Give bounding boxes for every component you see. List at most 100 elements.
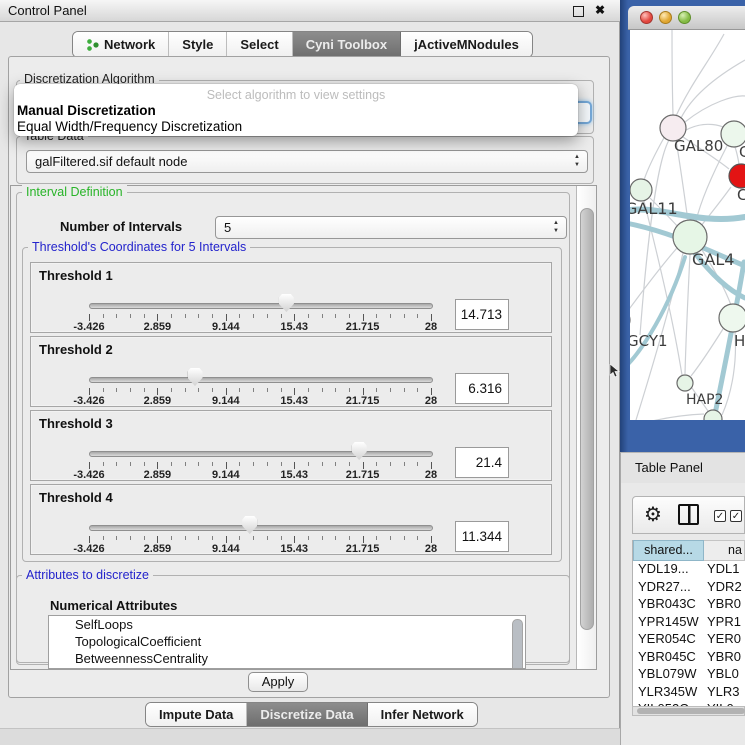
table-row[interactable]: YBR045CYBR0 xyxy=(633,649,745,667)
attribute-items: SelfLoopsTopologicalCoefficientBetweenne… xyxy=(49,616,525,667)
number-of-intervals-label: Number of Intervals xyxy=(60,219,182,234)
zoom-traffic-light[interactable] xyxy=(678,11,691,24)
slider-thumb[interactable] xyxy=(279,294,294,312)
column-header-shared-name[interactable]: shared... xyxy=(633,540,704,561)
table-row[interactable]: YDR27...YDR2 xyxy=(633,579,745,597)
table-row[interactable]: YBL079WYBL0 xyxy=(633,666,745,684)
algorithm-option[interactable]: Manual Discretization xyxy=(14,103,578,119)
table-row[interactable]: YBR043CYBR0 xyxy=(633,596,745,614)
tick-mark xyxy=(116,314,117,318)
table-hscroll-thumb[interactable] xyxy=(637,708,745,714)
scale-value: 9.144 xyxy=(212,321,240,333)
algorithm-option[interactable]: Equal Width/Frequency Discretization xyxy=(14,119,578,135)
tab-cyni-toolbox[interactable]: Cyni Toolbox xyxy=(293,32,401,57)
table-row[interactable]: YPR145WYPR1 xyxy=(633,614,745,632)
tick-mark xyxy=(226,462,227,469)
checkbox-icon[interactable]: ✓ xyxy=(730,510,742,522)
threshold-value-box[interactable]: 6.316 xyxy=(455,373,509,404)
scale-value: 2.859 xyxy=(144,321,172,333)
numerical-attributes-list[interactable]: SelfLoopsTopologicalCoefficientBetweenne… xyxy=(48,615,526,669)
threshold-label: Threshold 2 xyxy=(39,342,113,357)
tick-mark xyxy=(253,388,254,392)
column-header-name[interactable]: na xyxy=(704,540,745,561)
tab-impute-data[interactable]: Impute Data xyxy=(146,703,247,726)
minimize-traffic-light[interactable] xyxy=(659,11,672,24)
threshold-value-box[interactable]: 11.344 xyxy=(455,521,509,552)
top-tab-bar: Network Style Select Cyni ToolboxjActiveMNo… xyxy=(72,31,533,58)
threshold-value-box[interactable]: 14.713 xyxy=(455,299,509,330)
table-row[interactable]: YDL19...YDL1 xyxy=(633,561,745,579)
tab-label: Style xyxy=(182,37,213,52)
tick-mark xyxy=(253,314,254,318)
threshold-value-box[interactable]: 21.4 xyxy=(455,447,509,478)
slider-track[interactable] xyxy=(89,451,433,457)
threshold-label: Threshold 1 xyxy=(39,268,113,283)
node-bottom-partial[interactable] xyxy=(704,410,722,420)
tick-mark xyxy=(144,314,145,318)
scale-value: -3.426 xyxy=(73,543,104,555)
tick-mark xyxy=(198,314,199,318)
tick-mark xyxy=(390,462,391,466)
tab-discretize-data[interactable]: Discretize Data xyxy=(247,703,367,726)
attribute-item[interactable]: SelfLoops xyxy=(49,616,525,633)
apply-button[interactable]: Apply xyxy=(248,672,308,692)
tab-label: Select xyxy=(240,37,278,52)
tick-mark xyxy=(431,314,432,321)
tick-mark xyxy=(322,536,323,540)
close-icon[interactable]: ✖ xyxy=(595,3,605,17)
tick-mark xyxy=(335,314,336,318)
tick-mark xyxy=(294,388,295,395)
slider-thumb[interactable] xyxy=(242,516,257,534)
tick-mark xyxy=(130,314,131,318)
tab-select[interactable]: Select xyxy=(227,32,292,57)
close-traffic-light[interactable] xyxy=(640,11,653,24)
cell-name: YBR0 xyxy=(704,596,745,614)
table-row[interactable]: YER054CYER0 xyxy=(633,631,745,649)
tab-style[interactable]: Style xyxy=(169,32,227,57)
slider-track[interactable] xyxy=(89,525,433,531)
table-panel-toolbar: ⚙ ✓ ✓ xyxy=(632,496,745,534)
node-selected-red[interactable] xyxy=(729,164,745,188)
gear-icon[interactable]: ⚙ xyxy=(644,502,662,527)
tick-mark xyxy=(212,388,213,392)
tick-mark xyxy=(431,388,432,395)
slider-thumb[interactable] xyxy=(352,442,367,460)
tab-network[interactable]: Network xyxy=(73,32,169,57)
tab-jactivemnodules[interactable]: jActiveMNodules xyxy=(401,32,532,57)
slider-track[interactable] xyxy=(89,303,433,309)
tick-mark xyxy=(116,462,117,466)
vertical-scrollbar-track[interactable] xyxy=(576,186,596,669)
tick-mark xyxy=(103,462,104,466)
checkbox-icon[interactable]: ✓ xyxy=(714,510,726,522)
tab-label: Impute Data xyxy=(159,707,233,722)
slider-thumb[interactable] xyxy=(188,368,203,386)
slider-track[interactable] xyxy=(89,377,433,383)
number-of-intervals-combobox[interactable]: 5 ▲▼ xyxy=(215,216,567,239)
attribute-item[interactable]: TopologicalCoefficient xyxy=(49,633,525,650)
table-row[interactable]: YLR345WYLR3 xyxy=(633,684,745,702)
tick-mark xyxy=(171,462,172,466)
node-hap2[interactable] xyxy=(677,375,693,391)
window-bottom-strip xyxy=(0,728,620,745)
node-h[interactable] xyxy=(719,304,745,332)
table-rows: YDL19...YDL1YDR27...YDR2YBR043CYBR0YPR14… xyxy=(633,561,745,706)
table-data-combobox[interactable]: galFiltered.sif default node ▲▼ xyxy=(26,150,588,173)
tick-mark xyxy=(116,388,117,392)
tab-infer-network[interactable]: Infer Network xyxy=(368,703,477,726)
attributes-scrollbar[interactable] xyxy=(512,619,523,669)
network-canvas[interactable]: GAL80 G C GAL11 GAL4 GCY1 H HAP2 xyxy=(630,30,745,420)
tick-mark xyxy=(417,314,418,318)
node-gal11[interactable] xyxy=(630,179,652,201)
vertical-scrollbar-thumb[interactable] xyxy=(580,208,594,630)
cell-name: YLR3 xyxy=(704,684,745,702)
tick-mark xyxy=(308,536,309,540)
node-table[interactable]: shared... na YDL19...YDL1YDR27...YDR2YBR… xyxy=(632,540,745,706)
attribute-item[interactable]: BetweennessCentrality xyxy=(49,650,525,667)
node-gal4[interactable] xyxy=(673,220,707,254)
svg-text:HAP2: HAP2 xyxy=(686,392,723,408)
tab-label: Network xyxy=(104,37,155,52)
tick-mark xyxy=(281,462,282,466)
columns-icon[interactable] xyxy=(678,504,699,525)
float-window-icon[interactable] xyxy=(573,6,584,17)
table-horizontal-scrollbar[interactable] xyxy=(632,706,745,716)
